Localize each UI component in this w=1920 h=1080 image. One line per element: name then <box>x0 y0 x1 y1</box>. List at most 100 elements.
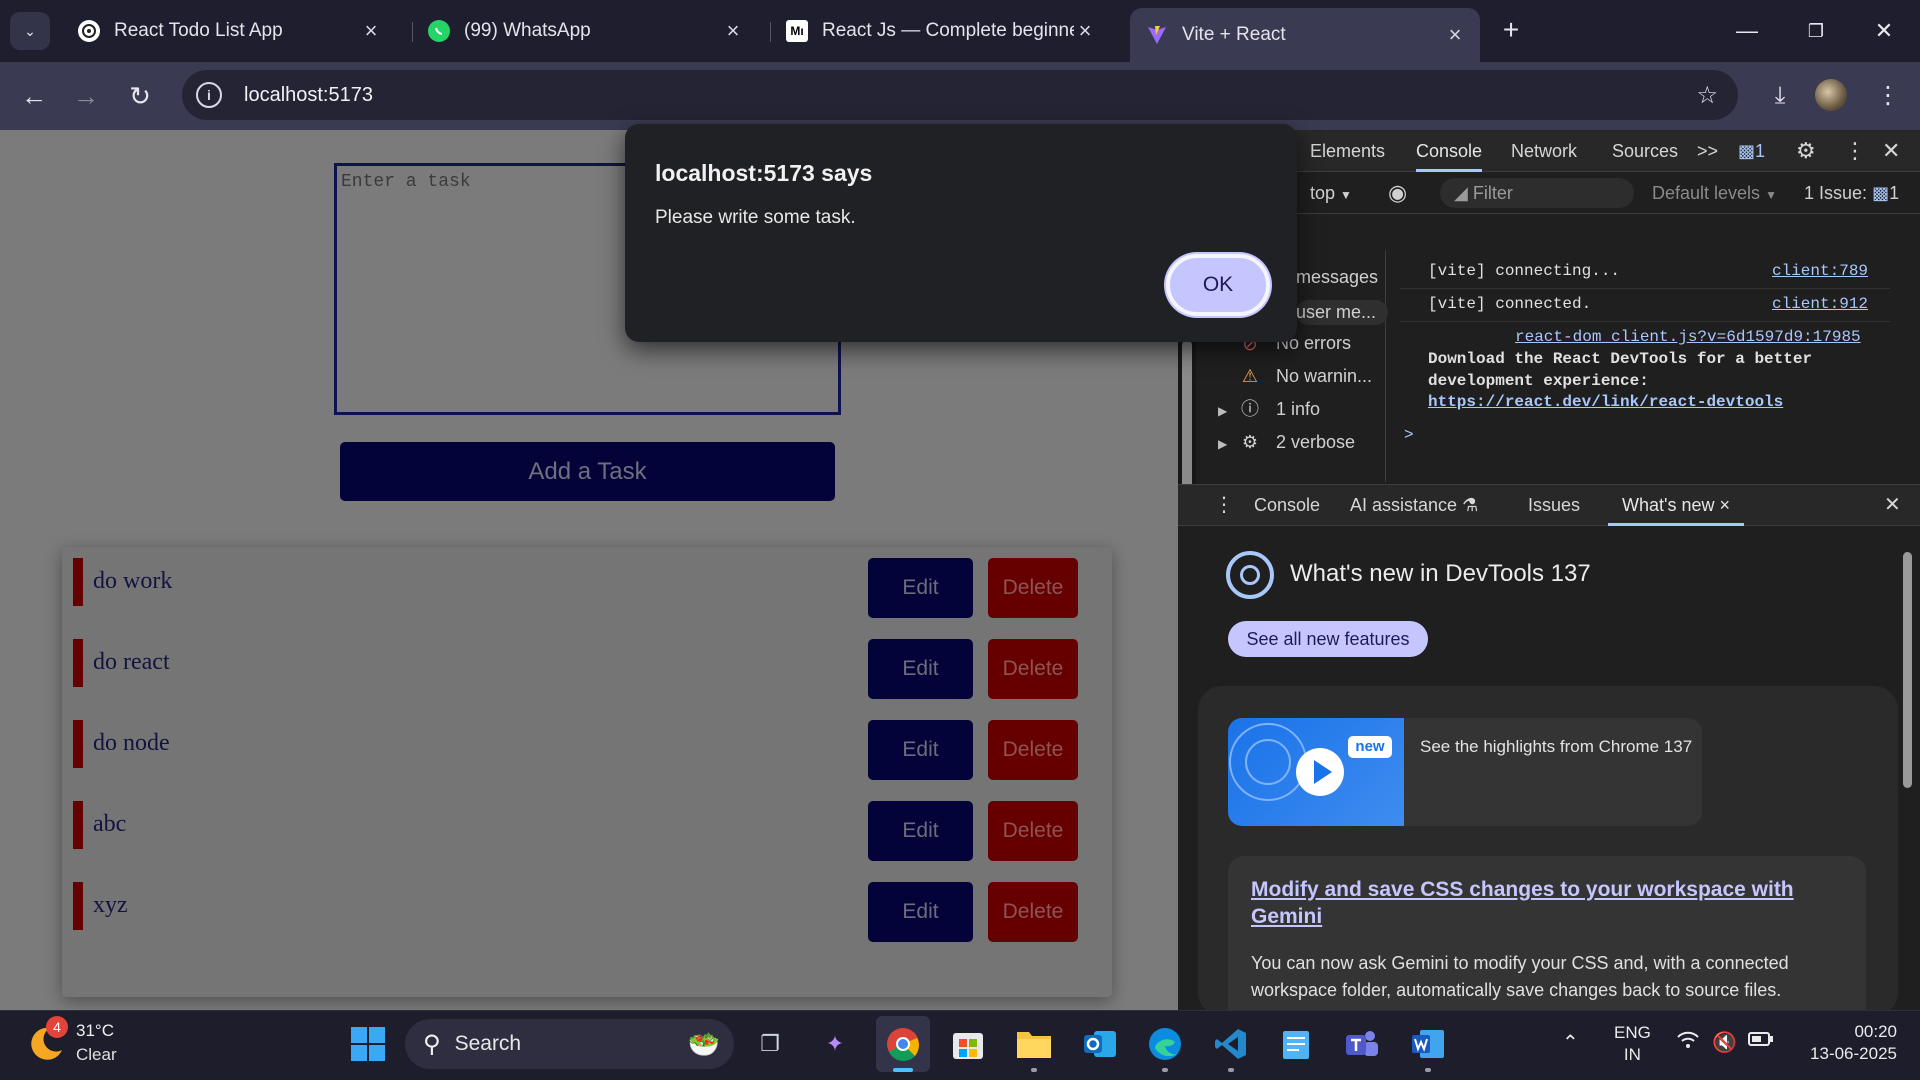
close-icon[interactable]: × <box>1444 22 1466 48</box>
url-text: localhost:5173 <box>244 83 373 106</box>
issues-counter[interactable]: 1 Issue: ▩1 <box>1804 172 1899 214</box>
taskbar-search[interactable]: ⚲ Search 🥗 <box>405 1019 734 1069</box>
video-thumbnail[interactable] <box>1228 718 1404 826</box>
tab-medium[interactable]: Mı React Js — Complete beginners × <box>770 8 1110 54</box>
tab-search-button[interactable]: ⌄ <box>10 12 50 50</box>
file-explorer-icon[interactable] <box>1012 1022 1056 1066</box>
close-drawer-button[interactable]: ✕ <box>1884 484 1901 526</box>
edit-button[interactable]: Edit <box>868 639 973 699</box>
back-button[interactable]: ← <box>16 78 52 114</box>
volume-muted-icon[interactable]: 🔇 <box>1712 1030 1737 1055</box>
flask-icon: ⚗ <box>1462 495 1479 515</box>
task-view-icon[interactable]: ❐ <box>748 1022 792 1066</box>
message-icon: ▩ <box>1738 141 1756 161</box>
new-tab-button[interactable]: + <box>1494 14 1528 48</box>
edit-button[interactable]: Edit <box>868 801 973 861</box>
drawer-tab-console[interactable]: Console <box>1254 484 1320 526</box>
react-devtools-link[interactable]: https://react.dev/link/react-devtools <box>1428 393 1783 411</box>
feature-title-link[interactable]: Modify and save CSS changes to your work… <box>1251 876 1851 930</box>
task-accent-bar <box>73 639 83 687</box>
close-icon[interactable]: × <box>1074 18 1096 44</box>
close-devtools-button[interactable]: ✕ <box>1882 130 1900 172</box>
start-button[interactable] <box>346 1022 390 1066</box>
see-all-features-button[interactable]: See all new features <box>1228 621 1428 657</box>
edge-icon[interactable] <box>1143 1022 1187 1066</box>
live-expression-button[interactable]: ◉ <box>1388 172 1407 214</box>
weather-temperature[interactable]: 31°C <box>76 1021 114 1041</box>
expand-caret-icon[interactable]: ▶ <box>1218 404 1227 418</box>
edit-button[interactable]: Edit <box>868 720 973 780</box>
bug-icon: ⚙ <box>1241 432 1259 452</box>
drawer-tab-issues[interactable]: Issues <box>1528 484 1580 526</box>
close-window-button[interactable]: ✕ <box>1862 14 1906 48</box>
more-tabs-button[interactable]: >> <box>1697 130 1718 172</box>
forward-button[interactable]: → <box>68 78 104 114</box>
tab-react-todo[interactable]: React Todo List App × <box>62 8 396 54</box>
drawer-tab-ai-assistance[interactable]: AI assistance ⚗ <box>1350 484 1478 526</box>
settings-button[interactable]: ⚙ <box>1796 130 1816 172</box>
chevron-up-icon[interactable]: ⌃ <box>1562 1030 1579 1055</box>
outlook-icon[interactable] <box>1078 1022 1122 1066</box>
delete-button[interactable]: Delete <box>988 801 1078 861</box>
system-clock[interactable]: 00:20 13-06-2025 <box>1797 1021 1897 1065</box>
console-source-link[interactable]: client:912 <box>1772 295 1868 313</box>
tab-vite-react[interactable]: Vite + React × <box>1130 8 1480 62</box>
ok-button[interactable]: OK <box>1166 254 1270 316</box>
close-icon[interactable]: × <box>360 18 382 44</box>
address-bar[interactable]: i localhost:5173 ☆ <box>182 70 1738 120</box>
language-indicator[interactable]: ENG IN <box>1614 1022 1651 1066</box>
site-info-icon[interactable]: i <box>196 82 222 108</box>
context-selector[interactable]: top ▼ <box>1310 172 1352 214</box>
star-icon[interactable]: ☆ <box>1696 81 1718 110</box>
close-icon[interactable]: × <box>1720 495 1731 515</box>
vscode-icon[interactable] <box>1209 1022 1253 1066</box>
add-task-button[interactable]: Add a Task <box>340 442 835 501</box>
chrome-icon[interactable] <box>881 1022 925 1066</box>
console-filter-input[interactable]: ◢ Filter <box>1440 178 1634 208</box>
log-levels-dropdown[interactable]: Default levels ▼ <box>1652 172 1777 214</box>
minimize-button[interactable]: — <box>1725 14 1769 48</box>
drawer-menu-button[interactable]: ⋮ <box>1214 484 1234 526</box>
tab-network[interactable]: Network <box>1511 130 1577 172</box>
word-icon[interactable] <box>1406 1022 1450 1066</box>
profile-avatar[interactable] <box>1815 79 1847 111</box>
teams-icon[interactable] <box>1340 1022 1384 1066</box>
whats-new-scrollbar-thumb[interactable] <box>1903 552 1912 788</box>
wifi-icon[interactable] <box>1676 1030 1700 1056</box>
weather-condition[interactable]: Clear <box>76 1045 117 1065</box>
tab-console[interactable]: Console <box>1416 130 1483 172</box>
menu-button[interactable]: ⋮ <box>1870 78 1906 114</box>
task-accent-bar <box>73 720 83 768</box>
notepad-icon[interactable] <box>1274 1022 1318 1066</box>
edit-button[interactable]: Edit <box>868 558 973 618</box>
console-prompt[interactable]: > <box>1404 426 1414 444</box>
console-source-link[interactable]: client:789 <box>1772 262 1868 280</box>
console-source-link[interactable]: react-dom_client.js?v=6d1597d9:17985 <box>1515 328 1861 346</box>
delete-button[interactable]: Delete <box>988 558 1078 618</box>
close-icon[interactable]: × <box>722 18 744 44</box>
dialog-title: localhost:5173 says <box>655 160 873 186</box>
tab-whatsapp[interactable]: (99) WhatsApp × <box>412 8 758 54</box>
issues-badge[interactable]: ▩1 <box>1738 130 1765 172</box>
task-row: do react Edit Delete <box>73 639 1083 699</box>
delete-button[interactable]: Delete <box>988 639 1078 699</box>
download-button[interactable]: ⤓ <box>1762 78 1798 114</box>
sidebar-item-info[interactable]: 1 info <box>1276 399 1320 420</box>
devtools-menu-button[interactable]: ⋮ <box>1844 130 1866 172</box>
tab-elements[interactable]: Elements <box>1310 130 1385 172</box>
sidebar-item-messages[interactable]: messages <box>1296 267 1378 288</box>
sidebar-item-user-messages[interactable]: user me... <box>1296 300 1389 325</box>
battery-icon[interactable] <box>1748 1030 1774 1053</box>
sidebar-item-verbose[interactable]: 2 verbose <box>1276 432 1355 453</box>
delete-button[interactable]: Delete <box>988 882 1078 942</box>
expand-caret-icon[interactable]: ▶ <box>1218 437 1227 451</box>
restore-button[interactable]: ❐ <box>1794 14 1838 48</box>
edit-button[interactable]: Edit <box>868 882 973 942</box>
tab-sources[interactable]: Sources <box>1612 130 1678 172</box>
copilot-icon[interactable]: ✦ <box>813 1022 857 1066</box>
drawer-tab-whats-new[interactable]: What's new × <box>1608 484 1745 526</box>
reload-button[interactable]: ↻ <box>122 78 158 114</box>
delete-button[interactable]: Delete <box>988 720 1078 780</box>
microsoft-store-icon[interactable] <box>946 1022 990 1066</box>
sidebar-item-warnings[interactable]: No warnin... <box>1276 366 1372 387</box>
